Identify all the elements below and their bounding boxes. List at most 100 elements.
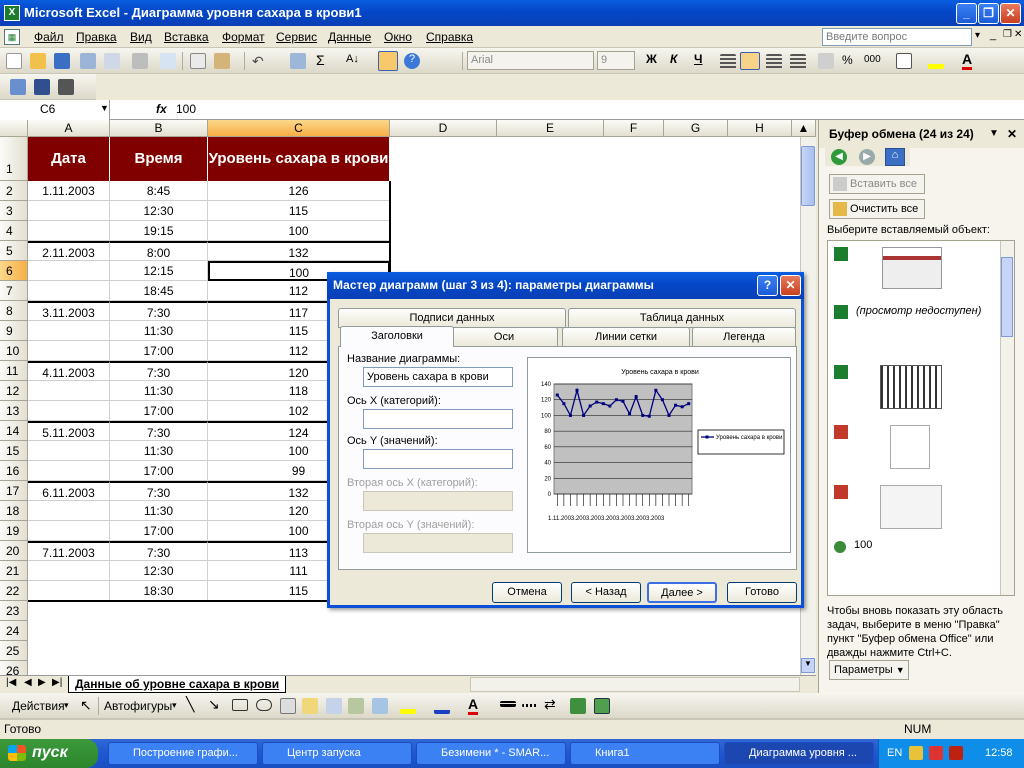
menu-help[interactable]: Справка xyxy=(426,30,473,44)
3d-icon[interactable] xyxy=(594,698,610,714)
preview-icon[interactable] xyxy=(160,53,176,69)
cell-date[interactable]: 4.11.2003 xyxy=(28,361,110,381)
paste-all-button[interactable]: Вставить все xyxy=(829,174,925,194)
bold-button[interactable]: Ж xyxy=(646,52,657,66)
font-color-icon[interactable]: A xyxy=(962,51,973,70)
percent-button[interactable]: % xyxy=(842,53,853,67)
permission-icon[interactable] xyxy=(80,53,96,69)
scrollbar-thumb[interactable] xyxy=(801,146,815,206)
x-axis-input[interactable] xyxy=(363,409,513,429)
autoshapes-menu[interactable]: Автофигуры xyxy=(104,699,172,713)
row-header[interactable]: 2 xyxy=(0,181,28,201)
first-sheet-icon[interactable]: |◀ xyxy=(6,677,16,688)
column-header-d[interactable]: D xyxy=(390,120,497,137)
excel-icon[interactable]: X xyxy=(4,5,20,21)
row-header[interactable]: 8 xyxy=(0,301,28,321)
row-header[interactable]: 21 xyxy=(0,561,28,581)
column-header-c[interactable]: C xyxy=(208,120,390,137)
cell-date[interactable] xyxy=(28,341,110,361)
font-select[interactable]: Arial xyxy=(467,51,594,70)
arrow-icon[interactable]: ↘ xyxy=(208,696,220,713)
cell-date[interactable] xyxy=(28,441,110,461)
cell-time[interactable]: 11:30 xyxy=(110,321,208,341)
row-header[interactable]: 6 xyxy=(0,261,28,281)
tab-data-labels[interactable]: Подписи данных xyxy=(338,308,566,328)
chevron-down-icon[interactable]: ▾ xyxy=(64,700,69,711)
cell-date[interactable]: 1.11.2003 xyxy=(28,181,110,201)
row-header[interactable]: 10 xyxy=(0,341,28,361)
function-icon[interactable]: fx xyxy=(156,102,167,116)
header-date[interactable]: Дата xyxy=(28,137,110,181)
doc-close-button[interactable]: ✕ xyxy=(1014,29,1022,40)
cell-date[interactable] xyxy=(28,401,110,421)
workbook-icon[interactable]: ▦ xyxy=(4,29,20,45)
wordart-icon[interactable] xyxy=(302,698,318,714)
cell-level[interactable]: 100 xyxy=(208,221,390,241)
row-header[interactable]: 13 xyxy=(0,401,28,421)
autosum-icon[interactable]: Σ xyxy=(316,52,325,68)
menu-format[interactable]: Формат xyxy=(222,30,265,44)
cell-time[interactable]: 12:30 xyxy=(110,201,208,221)
underline-button[interactable]: Ч xyxy=(694,52,702,66)
cell-date[interactable] xyxy=(28,221,110,241)
cell-date[interactable] xyxy=(28,281,110,301)
tab-axes[interactable]: Оси xyxy=(450,327,558,347)
chevron-down-icon[interactable]: ▾ xyxy=(172,700,177,711)
column-header-f[interactable]: F xyxy=(604,120,664,137)
row-header[interactable]: 1 xyxy=(0,137,28,181)
clip-item-6[interactable]: 100 xyxy=(854,539,872,551)
column-header-h[interactable]: H xyxy=(728,120,792,137)
cell-date[interactable] xyxy=(28,381,110,401)
italic-button[interactable]: К xyxy=(670,52,677,66)
fill-color-icon[interactable] xyxy=(400,698,416,714)
last-sheet-icon[interactable]: ▶| xyxy=(52,677,62,688)
cell-date[interactable] xyxy=(28,261,110,281)
formula-input[interactable]: 100 xyxy=(176,102,196,116)
clip-item-5[interactable] xyxy=(880,485,942,529)
cell-date[interactable]: 7.11.2003 xyxy=(28,541,110,561)
font-size-select[interactable]: 9 xyxy=(597,51,635,70)
clip-item-2[interactable]: (просмотр недоступен) xyxy=(856,305,981,317)
tray-icon-3[interactable] xyxy=(949,746,963,760)
row-header[interactable]: 11 xyxy=(0,361,28,381)
cell-level[interactable]: 126 xyxy=(208,181,390,201)
cell-time[interactable]: 19:15 xyxy=(110,221,208,241)
clip-item-1[interactable] xyxy=(882,247,942,289)
cell-level[interactable]: 115 xyxy=(208,201,390,221)
tab-gridlines[interactable]: Линии сетки xyxy=(562,327,690,347)
row-header[interactable]: 24 xyxy=(0,621,28,641)
chart-title-input[interactable]: Уровень сахара в крови xyxy=(363,367,513,387)
cell-date[interactable] xyxy=(28,321,110,341)
back-icon[interactable]: ◀ xyxy=(831,149,847,165)
header-time[interactable]: Время xyxy=(110,137,208,181)
cell-time[interactable]: 7:30 xyxy=(110,421,208,441)
column-header-a[interactable]: A xyxy=(28,120,110,137)
close-icon[interactable]: ✕ xyxy=(1007,120,1017,148)
close-button[interactable]: ✕ xyxy=(1000,3,1021,24)
cell-time[interactable]: 11:30 xyxy=(110,441,208,461)
undo-icon[interactable]: ↶ xyxy=(252,53,268,69)
picture-icon[interactable] xyxy=(372,698,388,714)
help-search-input[interactable]: Введите вопрос xyxy=(822,28,972,46)
row-header[interactable]: 9 xyxy=(0,321,28,341)
options-button[interactable]: Параметры ▼ xyxy=(829,660,909,680)
cell-time[interactable]: 11:30 xyxy=(110,381,208,401)
cancel-button[interactable]: Отмена xyxy=(492,582,562,603)
thousands-button[interactable]: 000 xyxy=(864,54,881,65)
tab-data-table[interactable]: Таблица данных xyxy=(568,308,796,328)
select-objects-icon[interactable]: ↖ xyxy=(80,697,92,714)
pane-scrollbar-thumb[interactable] xyxy=(1001,257,1013,337)
align-right-icon[interactable] xyxy=(766,54,782,70)
help-icon[interactable]: ? xyxy=(404,53,420,69)
cell-time[interactable]: 17:00 xyxy=(110,401,208,421)
cell-time[interactable]: 18:45 xyxy=(110,281,208,301)
camera-icon[interactable] xyxy=(58,79,74,95)
column-header-b[interactable]: B xyxy=(110,120,208,137)
cell-time[interactable]: 7:30 xyxy=(110,301,208,321)
merge-center-icon[interactable] xyxy=(790,54,806,70)
align-left-icon[interactable] xyxy=(720,54,736,70)
textbox-icon[interactable] xyxy=(280,698,296,714)
doc-restore-button[interactable]: ❐ xyxy=(1003,29,1012,40)
row-header[interactable]: 16 xyxy=(0,461,28,481)
column-header-g[interactable]: G xyxy=(664,120,728,137)
